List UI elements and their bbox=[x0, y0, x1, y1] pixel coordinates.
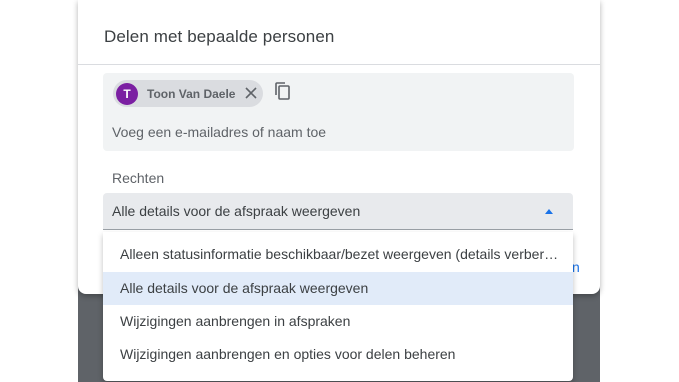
partial-link-text[interactable]: n bbox=[572, 259, 580, 275]
recipient-chip[interactable]: T Toon Van Daele bbox=[113, 80, 263, 107]
permissions-select[interactable]: Alle details voor de afspraak weergeven bbox=[103, 193, 573, 230]
permissions-menu: Alleen statusinformatie beschikbaar/beze… bbox=[103, 232, 573, 381]
permissions-label: Rechten bbox=[112, 170, 165, 186]
close-icon[interactable] bbox=[244, 86, 258, 100]
avatar: T bbox=[116, 82, 138, 105]
option-label: Alle details voor de afspraak weergeven bbox=[120, 280, 369, 296]
copy-icon[interactable] bbox=[273, 81, 293, 101]
chevron-up-icon bbox=[545, 209, 553, 214]
recipient-input[interactable] bbox=[112, 122, 552, 142]
permissions-option-make-changes[interactable]: Wijzigingen aanbrengen in afspraken bbox=[103, 305, 573, 338]
permissions-selected-value: Alle details voor de afspraak weergeven bbox=[112, 203, 361, 219]
permissions-option-manage-sharing[interactable]: Wijzigingen aanbrengen en opties voor de… bbox=[103, 338, 573, 371]
permissions-option-busy-only[interactable]: Alleen statusinformatie beschikbaar/beze… bbox=[103, 238, 573, 271]
recipients-field[interactable]: T Toon Van Daele bbox=[103, 73, 574, 151]
dialog-title: Delen met bepaalde personen bbox=[104, 27, 335, 46]
option-label: Wijzigingen aanbrengen in afspraken bbox=[120, 313, 351, 329]
option-label: Wijzigingen aanbrengen en opties voor de… bbox=[120, 346, 456, 362]
title-divider bbox=[78, 64, 600, 65]
permissions-option-all-details[interactable]: Alle details voor de afspraak weergeven bbox=[103, 272, 573, 305]
recipient-name: Toon Van Daele bbox=[147, 86, 236, 101]
option-label: Alleen statusinformatie beschikbaar/beze… bbox=[120, 246, 559, 262]
